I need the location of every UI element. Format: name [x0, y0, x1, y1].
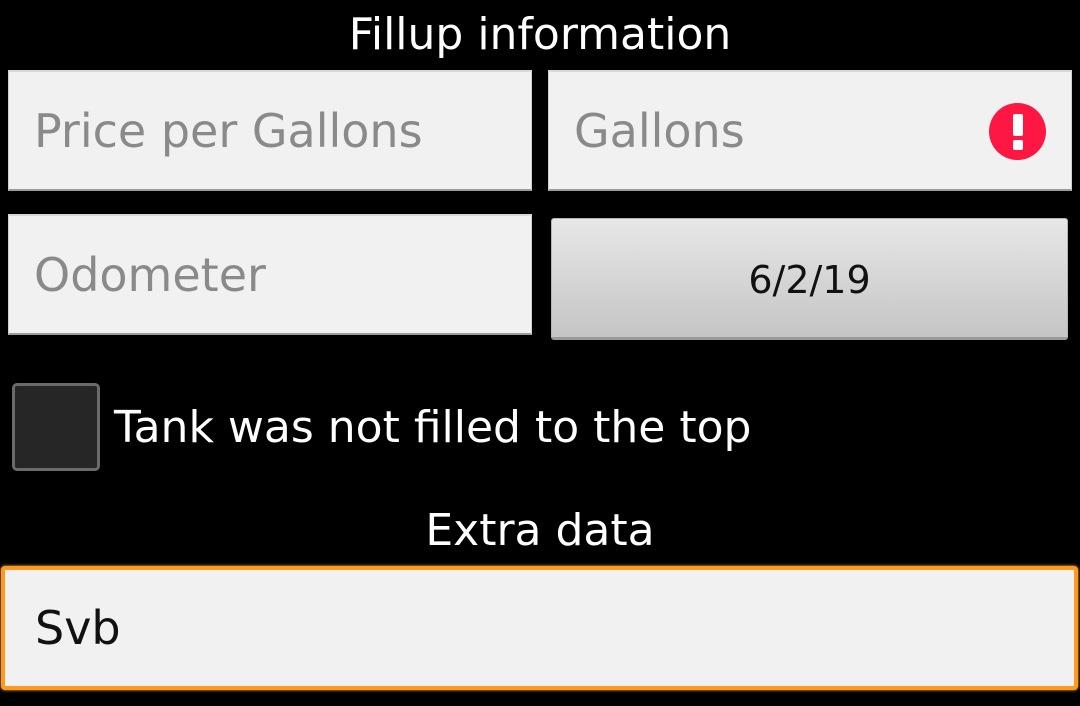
gallons-input[interactable]: Gallons — [548, 70, 1072, 191]
tank-not-filled-label[interactable]: Tank was not filled to the top — [114, 402, 751, 453]
extra-data-input[interactable]: Svb — [1, 566, 1078, 690]
error-icon[interactable] — [989, 103, 1046, 160]
price-per-gallons-input[interactable]: Price per Gallons — [8, 70, 532, 191]
extra-data-title: Extra data — [425, 505, 655, 556]
gallons-placeholder: Gallons — [574, 103, 745, 158]
odometer-input[interactable]: Odometer — [8, 214, 532, 335]
date-button[interactable]: 6/2/19 — [551, 218, 1068, 340]
fillup-information-title: Fillup information — [348, 9, 732, 60]
odometer-placeholder: Odometer — [34, 247, 266, 302]
price-per-gallons-placeholder: Price per Gallons — [34, 103, 423, 158]
tank-not-filled-row[interactable]: Tank was not filled to the top — [12, 380, 751, 474]
tank-not-filled-checkbox[interactable] — [12, 383, 100, 471]
